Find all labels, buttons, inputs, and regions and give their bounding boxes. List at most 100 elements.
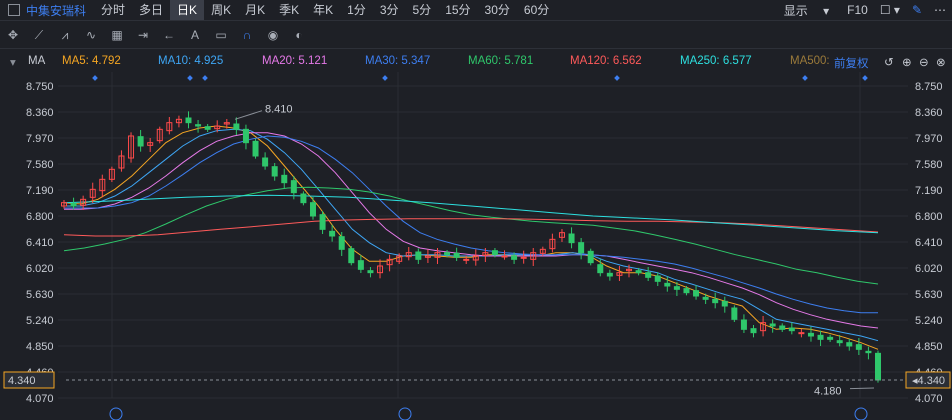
window-icon[interactable] bbox=[8, 4, 20, 16]
text-icon[interactable]: A bbox=[182, 28, 208, 42]
ma-line-ma60 bbox=[63, 186, 879, 285]
y-tick-right: 7.190 bbox=[915, 185, 943, 197]
candle-body bbox=[309, 202, 316, 217]
candle-body bbox=[185, 117, 192, 124]
candle-body bbox=[520, 256, 527, 259]
period-tab-quarterly[interactable]: 季K bbox=[272, 0, 306, 20]
candle-body bbox=[683, 288, 690, 294]
pen-icon[interactable]: ✎ bbox=[912, 3, 922, 17]
candle-body bbox=[137, 136, 144, 147]
candle-body bbox=[463, 258, 470, 261]
candle-body bbox=[242, 128, 249, 144]
ma120-value: MA120: 6.562 bbox=[570, 55, 642, 67]
y-tick-left: 6.800 bbox=[26, 211, 54, 223]
stock-name[interactable]: 中集安瑞科 bbox=[26, 2, 86, 19]
period-tab-5min[interactable]: 5分 bbox=[406, 0, 439, 20]
candle-body bbox=[606, 272, 613, 277]
period-tab-daily[interactable]: 日K bbox=[170, 0, 205, 20]
zoom-in-icon[interactable]: ⊕ bbox=[902, 55, 912, 69]
candle-body bbox=[262, 157, 269, 167]
candle-body bbox=[788, 327, 795, 332]
period-tab-intraday[interactable]: 分时 bbox=[94, 0, 132, 20]
period-tab-1min[interactable]: 1分 bbox=[340, 0, 373, 20]
candle-body bbox=[70, 202, 77, 207]
line-icon[interactable]: ⟋ bbox=[26, 28, 52, 43]
collapse-icon[interactable]: ▾ bbox=[10, 55, 16, 69]
ma-legend-bar: ▾ MA MA5: 4.792 MA10: 4.925 MA20: 5.121 … bbox=[0, 50, 952, 72]
settings-dropdown[interactable]: ☐ ▾ bbox=[880, 3, 900, 17]
toggle-icon[interactable]: ◐ bbox=[286, 28, 312, 42]
crosshair-icon[interactable]: ✥ bbox=[0, 28, 26, 42]
candle-body bbox=[875, 352, 881, 381]
more-icon[interactable]: ⋯ bbox=[934, 3, 946, 17]
wave-icon[interactable]: ∿ bbox=[78, 28, 104, 42]
event-marker-icon bbox=[862, 75, 868, 81]
candle-body bbox=[338, 236, 345, 250]
period-tab-multiday[interactable]: 多日 bbox=[132, 0, 170, 20]
candle-body bbox=[568, 233, 575, 244]
y-tick-right: 4.070 bbox=[915, 393, 943, 405]
reset-icon[interactable]: ↺ bbox=[884, 55, 894, 69]
candle-body bbox=[511, 255, 518, 260]
candle-body bbox=[348, 248, 355, 264]
ma250-value: MA250: 6.577 bbox=[680, 55, 752, 67]
candle-body bbox=[750, 328, 757, 334]
period-tab-30min[interactable]: 30分 bbox=[478, 0, 517, 20]
candle-body bbox=[195, 124, 202, 127]
candle-body bbox=[252, 140, 259, 157]
candle-body bbox=[779, 325, 786, 330]
ma30-value: MA30: 5.347 bbox=[365, 55, 431, 67]
period-bar: 中集安瑞科 分时 多日 日K 周K 月K 季K 年K 1分 3分 5分 15分 … bbox=[0, 0, 952, 21]
period-tab-yearly[interactable]: 年K bbox=[306, 0, 340, 20]
display-label: 显示 bbox=[783, 3, 808, 18]
comment-icon[interactable]: ▭ bbox=[208, 28, 234, 42]
y-tick-left: 8.360 bbox=[26, 107, 54, 119]
period-tab-weekly[interactable]: 周K bbox=[204, 0, 238, 20]
candle-body bbox=[673, 286, 680, 290]
rect-icon[interactable]: ▦ bbox=[104, 28, 130, 42]
ma10-value: MA10: 4.925 bbox=[158, 55, 224, 67]
ma500-value: MA500: bbox=[790, 55, 830, 67]
eye-icon[interactable]: ◉ bbox=[260, 28, 286, 42]
polyline-icon[interactable]: ⩘ bbox=[52, 28, 78, 43]
low-price-label: 4.180 bbox=[814, 386, 842, 398]
candle-body bbox=[693, 290, 700, 297]
y-tick-left: 5.630 bbox=[26, 289, 54, 301]
period-tab-15min[interactable]: 15分 bbox=[438, 0, 477, 20]
hline-icon[interactable]: ⇥ bbox=[130, 28, 156, 42]
y-tick-left: 4.850 bbox=[26, 341, 54, 353]
period-tab-monthly[interactable]: 月K bbox=[238, 0, 272, 20]
y-tick-left: 8.750 bbox=[26, 81, 54, 93]
period-tab-3min[interactable]: 3分 bbox=[373, 0, 406, 20]
y-tick-right: 6.410 bbox=[915, 237, 943, 249]
candle-body bbox=[855, 344, 862, 350]
f10-button[interactable]: F10 bbox=[847, 3, 868, 17]
ma-line-ma10 bbox=[64, 128, 879, 342]
event-e-icon bbox=[854, 407, 868, 420]
magnet-icon[interactable]: ∩ bbox=[234, 28, 260, 42]
candle-body bbox=[817, 334, 824, 340]
candle-body bbox=[865, 350, 872, 354]
candle-body bbox=[731, 307, 738, 320]
y-tick-right: 4.850 bbox=[915, 341, 943, 353]
ma-label[interactable]: MA bbox=[28, 55, 45, 67]
candle-body bbox=[712, 298, 719, 304]
display-menu[interactable]: 显示 ▾ bbox=[778, 2, 835, 19]
candle-body bbox=[281, 174, 288, 184]
close-icon[interactable]: ⊗ bbox=[936, 55, 946, 69]
zoom-out-icon[interactable]: ⊖ bbox=[919, 55, 929, 69]
period-tab-60min[interactable]: 60分 bbox=[517, 0, 556, 20]
candle-body bbox=[453, 252, 460, 258]
candle-body bbox=[836, 340, 843, 344]
ma60-value: MA60: 5.781 bbox=[468, 55, 534, 67]
candle-body bbox=[319, 214, 326, 230]
arrow-icon[interactable]: ← bbox=[156, 28, 182, 42]
adjust-mode[interactable]: 前复权 bbox=[834, 55, 869, 71]
ma-line-ma120 bbox=[63, 218, 879, 237]
candle-body bbox=[357, 260, 364, 270]
kline-chart[interactable]: 8.750 8.750 8.360 8.360 7.970 7.970 7.580 7.580… bbox=[0, 72, 952, 420]
y-tick-left: 5.240 bbox=[26, 315, 54, 327]
candle-body bbox=[501, 255, 508, 258]
candle-body bbox=[846, 342, 853, 347]
candle-body bbox=[367, 270, 374, 274]
